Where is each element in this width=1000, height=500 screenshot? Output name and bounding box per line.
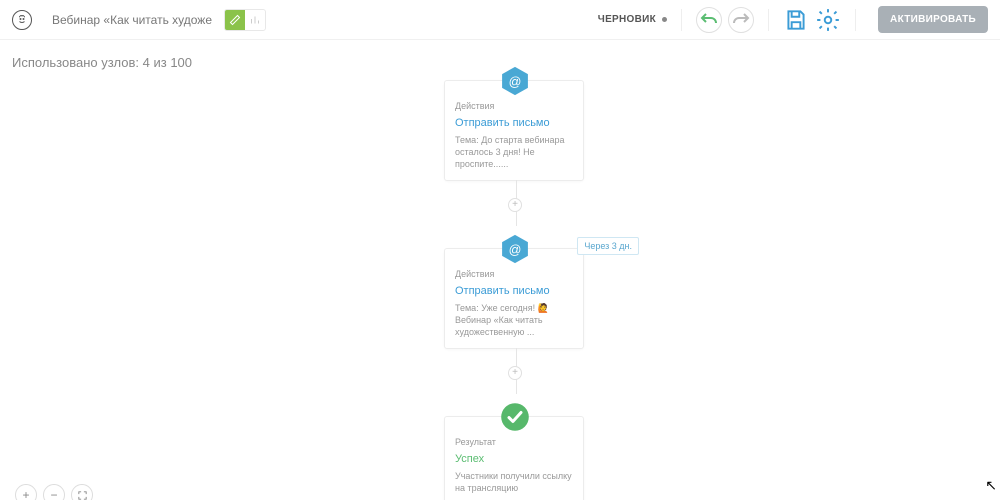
svg-text:@: @ (509, 75, 522, 89)
settings-button[interactable] (815, 7, 841, 33)
status-dot-icon (662, 17, 667, 22)
card-type-label: Результат (455, 437, 573, 447)
divider (768, 9, 769, 31)
fit-view-button[interactable] (71, 484, 93, 500)
save-button[interactable] (783, 7, 809, 33)
success-check-icon (500, 402, 530, 432)
divider (681, 9, 682, 31)
zoom-in-button[interactable]: + (15, 484, 37, 500)
undo-button[interactable] (696, 7, 722, 33)
view-mode-toggle (224, 9, 266, 31)
app-header: ЧЕРНОВИК АКТИВИРОВАТЬ (0, 0, 1000, 40)
card-description: Тема: Уже сегодня! 🙋 Вебинар «Как читать… (455, 302, 573, 338)
card-type-label: Действия (455, 269, 573, 279)
redo-button[interactable] (728, 7, 754, 33)
zoom-controls: + − (15, 484, 93, 500)
edit-mode-button[interactable] (225, 10, 245, 30)
draft-status: ЧЕРНОВИК (598, 14, 667, 25)
flow-canvas[interactable]: @ Действия Отправить письмо Тема: До ста… (0, 40, 1000, 500)
stats-mode-button[interactable] (245, 10, 265, 30)
add-node-button[interactable]: + (508, 366, 522, 380)
card-title: Успех (455, 453, 573, 465)
email-hex-icon: @ (500, 234, 530, 264)
add-node-button[interactable]: + (508, 198, 522, 212)
svg-text:@: @ (509, 243, 522, 257)
cursor-icon: ↖ (985, 477, 997, 494)
status-label: ЧЕРНОВИК (598, 14, 656, 25)
automation-title-input[interactable] (52, 13, 212, 27)
app-logo[interactable] (12, 10, 32, 30)
email-hex-icon: @ (500, 66, 530, 96)
card-description: Участники получили ссылку на трансляцию (455, 470, 573, 494)
zoom-out-button[interactable]: − (43, 484, 65, 500)
delay-badge[interactable]: Через 3 дн. (577, 237, 639, 255)
card-title: Отправить письмо (455, 117, 573, 129)
card-type-label: Действия (455, 101, 573, 111)
result-card-success[interactable]: Результат Успех Участники получили ссылк… (444, 416, 584, 500)
card-title: Отправить письмо (455, 285, 573, 297)
card-description: Тема: До старта вебинара осталось 3 дня!… (455, 134, 573, 170)
divider (855, 9, 856, 31)
action-card-send-email-1[interactable]: @ Действия Отправить письмо Тема: До ста… (444, 80, 584, 181)
action-card-send-email-2[interactable]: @ Через 3 дн. Действия Отправить письмо … (444, 248, 584, 349)
activate-button[interactable]: АКТИВИРОВАТЬ (878, 6, 988, 33)
